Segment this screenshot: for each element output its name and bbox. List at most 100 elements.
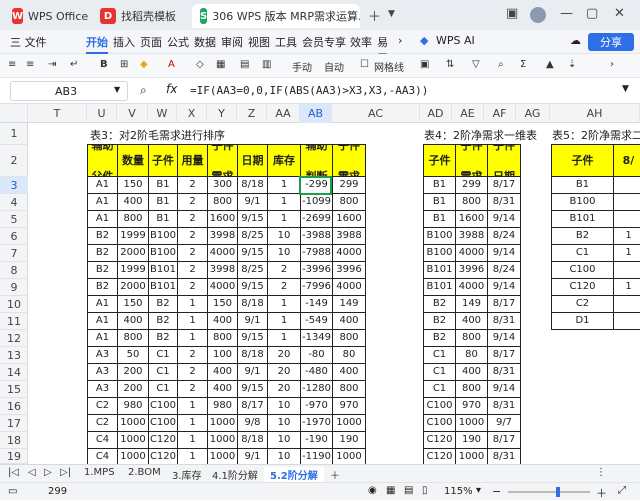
table3-header-qty[interactable]: 数量 (118, 145, 149, 177)
table3-cell[interactable]: 8/17 (238, 398, 268, 415)
table3-cell[interactable]: 800 (333, 330, 366, 347)
table4-cell[interactable]: 8/17 (488, 296, 521, 313)
formula-input[interactable]: =IF(AA3=0,0,IF(ABS(AA3)>X3,X3,-AA3)) (190, 84, 428, 97)
table3-cell[interactable]: 980 (118, 398, 149, 415)
table4-cell[interactable]: 9/14 (488, 381, 521, 398)
table3-cell[interactable]: 400 (208, 364, 238, 381)
table4-cell[interactable]: B2 (424, 313, 456, 330)
row-header[interactable]: 1 (0, 123, 28, 145)
menu-member[interactable]: 会员专享 (302, 34, 346, 50)
table3-cell[interactable]: 8/18 (238, 432, 268, 449)
table3-cell[interactable]: C2 (88, 415, 118, 432)
table3-cell[interactable]: 2 (178, 364, 208, 381)
table3-cell[interactable]: A1 (88, 177, 118, 194)
table3-header-parent[interactable]: 辅助父件 (88, 145, 118, 177)
table5-header-date[interactable]: 8/ (614, 145, 640, 177)
table3-cell[interactable]: 9/15 (238, 279, 268, 296)
sheet-tab-level2[interactable]: 5.2阶分解 (264, 467, 324, 482)
table3-cell[interactable]: 1000 (333, 415, 366, 432)
table3-cell[interactable]: -7996 (301, 279, 333, 296)
table3-cell[interactable]: 400 (208, 381, 238, 398)
table3-header-judge[interactable]: 辅助判断 (301, 145, 333, 177)
table4-cell[interactable]: 299 (456, 177, 488, 194)
table3-cell[interactable]: 1 (178, 432, 208, 449)
table3-cell[interactable]: 1000 (118, 449, 149, 464)
row-header[interactable]: 14 (0, 364, 28, 381)
table3-cell[interactable]: 2 (178, 177, 208, 194)
table3-cell[interactable]: C1 (149, 347, 178, 364)
row-header[interactable]: 5 (0, 211, 28, 228)
table4-cell[interactable]: B100 (424, 245, 456, 262)
table3-cell[interactable]: 9/1 (238, 194, 268, 211)
row-header[interactable]: 15 (0, 381, 28, 398)
table3-cell[interactable]: 980 (208, 398, 238, 415)
menu-formula[interactable]: 公式 (167, 34, 189, 50)
next-sheet-icon[interactable]: ▷ (44, 467, 52, 478)
layout-icon[interactable]: ▣ (506, 6, 518, 21)
col-header[interactable]: AA (267, 104, 300, 123)
table5-cell[interactable] (614, 177, 640, 194)
table4-cell[interactable]: B101 (424, 279, 456, 296)
table3-cell[interactable]: -190 (301, 432, 333, 449)
table3-cell[interactable]: 4000 (333, 245, 366, 262)
table4-cell[interactable]: 9/14 (488, 279, 521, 296)
table3-cell[interactable]: 400 (118, 194, 149, 211)
table3-cell[interactable]: 800 (208, 330, 238, 347)
table3-header-date[interactable]: 日期 (238, 145, 268, 177)
tab-template[interactable]: D 找稻壳模板 (92, 4, 188, 28)
table3-cell[interactable]: -3996 (301, 262, 333, 279)
table3-cell[interactable]: 4000 (333, 279, 366, 296)
normal-view-icon[interactable]: ◉ (368, 485, 377, 496)
table4-cell[interactable]: 8/17 (488, 347, 521, 364)
table3-cell[interactable]: -970 (301, 398, 333, 415)
table4-cell[interactable]: 8/31 (488, 194, 521, 211)
table4-cell[interactable]: C120 (424, 449, 456, 464)
table5-cell[interactable]: 1 (614, 228, 640, 245)
table3-cell[interactable]: 149 (333, 296, 366, 313)
auto-dropdown[interactable]: 自动 (324, 59, 344, 74)
table4-cell[interactable]: 8/31 (488, 398, 521, 415)
table3-cell[interactable]: -1970 (301, 415, 333, 432)
table4-cell[interactable]: 9/14 (488, 330, 521, 347)
table4-cell[interactable]: B1 (424, 194, 456, 211)
table3-cell[interactable]: -7988 (301, 245, 333, 262)
table3-cell[interactable]: 10 (268, 432, 301, 449)
menu-page[interactable]: 页面 (140, 34, 162, 50)
table3-cell[interactable]: 400 (208, 313, 238, 330)
table5-cell[interactable]: 1 (614, 279, 640, 296)
row-header[interactable]: 7 (0, 245, 28, 262)
table5-cell[interactable]: B100 (552, 194, 614, 211)
table3-cell[interactable]: B2 (88, 279, 118, 296)
read-view-icon[interactable]: ▯ (422, 485, 428, 496)
align-left-icon[interactable]: ≡ (8, 59, 16, 70)
table4-cell[interactable]: C1 (424, 364, 456, 381)
table3-cell[interactable]: 2000 (118, 279, 149, 296)
table4-header-child[interactable]: 子件 (424, 145, 456, 177)
table3-cell[interactable]: 80 (333, 347, 366, 364)
table4-cell[interactable]: 400 (456, 364, 488, 381)
table3-cell[interactable]: B1 (149, 194, 178, 211)
table3-cell[interactable]: -80 (301, 347, 333, 364)
new-tab-icon[interactable]: ＋ (368, 6, 381, 25)
table4-cell[interactable]: 8/31 (488, 313, 521, 330)
col-header[interactable]: U (87, 104, 117, 123)
table3-cell[interactable]: 10 (268, 415, 301, 432)
table3-cell[interactable]: 1600 (333, 211, 366, 228)
table3-cell[interactable]: -1349 (301, 330, 333, 347)
table4-cell[interactable]: 8/24 (488, 262, 521, 279)
sheet-tab-inventory[interactable]: 3.库存 (172, 467, 202, 482)
table3-cell[interactable]: A3 (88, 381, 118, 398)
col-header[interactable]: AF (484, 104, 516, 123)
row-header[interactable]: 6 (0, 228, 28, 245)
table4-cell[interactable]: C120 (424, 432, 456, 449)
table3-cell[interactable]: 1 (268, 296, 301, 313)
table4-cell[interactable]: 1000 (456, 449, 488, 464)
first-sheet-icon[interactable]: |◁ (8, 467, 19, 478)
table4-cell[interactable]: 80 (456, 347, 488, 364)
table5-cell[interactable] (614, 296, 640, 313)
table3-cell[interactable]: 1 (178, 330, 208, 347)
menu-view[interactable]: 视图 (248, 34, 270, 50)
table4-header-date[interactable]: 子件日期 (488, 145, 521, 177)
table3-cell[interactable]: 400 (333, 313, 366, 330)
chevron-down-icon[interactable]: ▼ (388, 9, 395, 19)
